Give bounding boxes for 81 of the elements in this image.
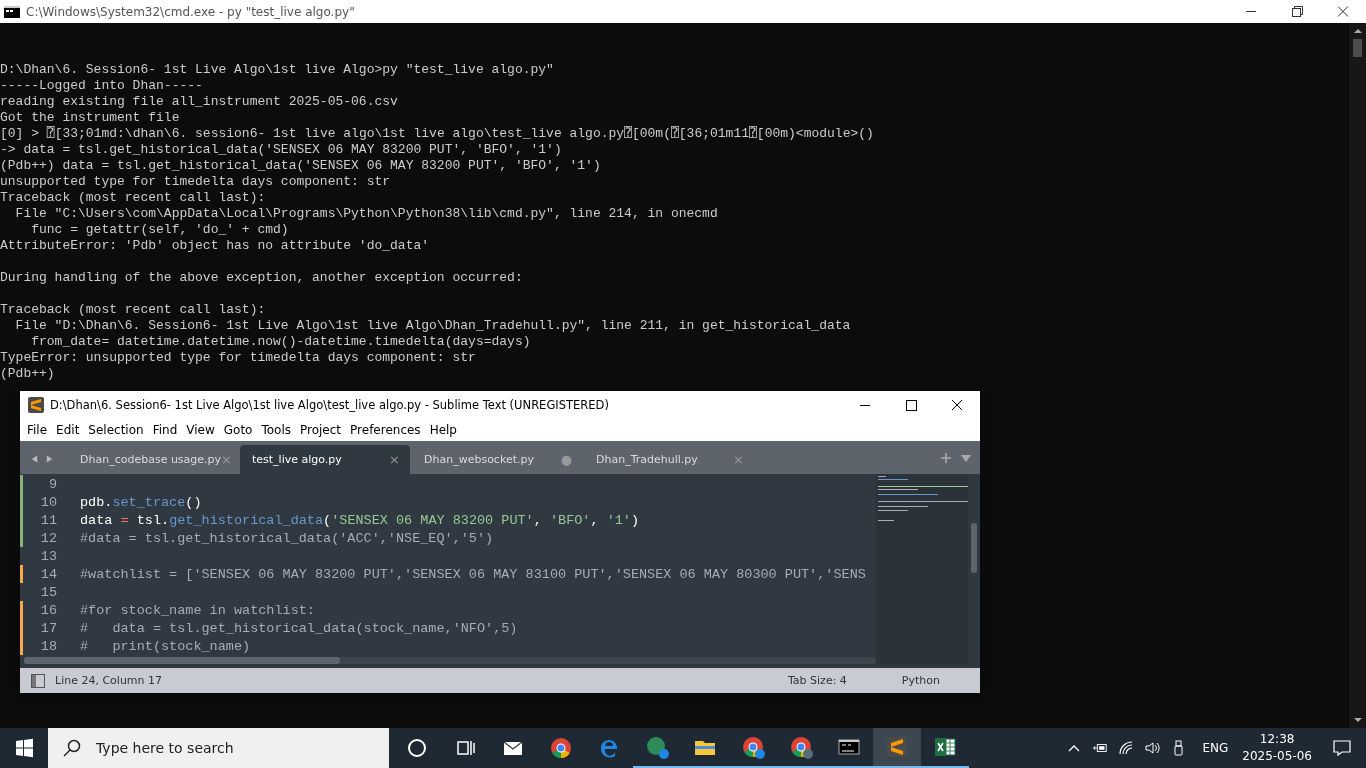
sublime-logo-icon bbox=[28, 397, 44, 413]
menu-item[interactable]: Help bbox=[425, 423, 462, 437]
line-number: 11 bbox=[39, 512, 57, 528]
cursor-position: Line 24, Column 17 bbox=[55, 674, 163, 687]
line-number: 9 bbox=[47, 476, 57, 492]
chrome-icon[interactable] bbox=[549, 736, 573, 760]
console-line: -> data = tsl.get_historical_data('SENSEX 06 MAY 83200 PUT', 'BFO', '1') bbox=[0, 142, 562, 158]
syntax-setting[interactable]: Python bbox=[901, 674, 940, 687]
code-line: # data = tsl.get_historical_data(stock_name,'NFO',5) bbox=[80, 620, 518, 636]
clock[interactable]: 12:38 2025-05-06 bbox=[1242, 731, 1312, 765]
console-line: File "D:\Dhan\6. Session6- 1st Live Algo\1st live Algo\Dhan_Tradehull.py", line 211, in get_historical_data bbox=[14, 318, 851, 334]
window-title: C:\Windows\System32\cmd.exe - py "test_live algo.py" bbox=[26, 4, 355, 19]
console-line: Traceback (most recent call last): bbox=[0, 190, 266, 206]
menu-item[interactable]: View bbox=[182, 423, 220, 437]
console-line: (Pdb++) bbox=[0, 366, 55, 382]
tab-right-icon[interactable] bbox=[45, 454, 54, 464]
code-line: pdb.set_trace() bbox=[80, 494, 202, 510]
console-line: D:\Dhan\6. Session6- 1st Live Algo\1st live Algo>py "test_live algo.py" bbox=[0, 62, 554, 78]
console-line: [0] > ⍰[33;01md:\dhan\6. session6- 1st live algo\1st live algo\test_live algo.py⍰[00m(⍰[36;01m11⍰[00m)<module>() bbox=[0, 126, 874, 142]
menu-item[interactable]: Edit bbox=[52, 423, 85, 437]
dropdown-icon[interactable] bbox=[960, 452, 972, 464]
plus-icon[interactable] bbox=[940, 452, 952, 464]
search-box[interactable]: Type here to search bbox=[48, 728, 389, 768]
scrollbar[interactable] bbox=[1349, 23, 1366, 728]
chrome-icon[interactable] bbox=[789, 735, 813, 759]
code-line: #data = tsl.get_historical_data('ACC','NSE_EQ','5') bbox=[80, 530, 494, 546]
console-line: File "C:\Users\com\AppData\Local\Programs\Python\Python38\lib\cmd.py", line 214, in onecmd bbox=[14, 206, 718, 222]
tab-size-setting[interactable]: Tab Size: 4 bbox=[787, 674, 847, 687]
round-app-icon[interactable] bbox=[645, 735, 669, 759]
line-number: 18 bbox=[39, 638, 57, 654]
window-title: D:\Dhan\6. Session6- 1st Live Algo\1st live Algo\test_live algo.py - Sublime Text (UNREGISTERED) bbox=[50, 398, 609, 412]
tab[interactable]: Dhan_websocket.py ● bbox=[412, 445, 582, 474]
excel-icon[interactable] bbox=[933, 735, 957, 759]
sublime-logo-icon[interactable] bbox=[885, 735, 909, 759]
search-field[interactable]: Type here to search bbox=[94, 739, 358, 757]
scrollbar-thumb[interactable] bbox=[1353, 39, 1362, 57]
line-number: 17 bbox=[39, 620, 57, 636]
language-indicator[interactable]: ENG bbox=[1202, 741, 1229, 755]
search-icon bbox=[62, 738, 82, 758]
scrollbar-thumb[interactable] bbox=[971, 523, 977, 573]
chrome-icon[interactable] bbox=[741, 735, 765, 759]
menu-item[interactable]: Project bbox=[296, 423, 347, 437]
line-number: 16 bbox=[39, 602, 57, 618]
menu-item[interactable]: Preferences bbox=[346, 423, 426, 437]
console-line: reading existing file all_instrument 2025-05-06.csv bbox=[0, 94, 398, 110]
menu-item[interactable]: Selection bbox=[84, 423, 149, 437]
console-line: TypeError: unsupported type for timedelta days component: str bbox=[0, 350, 476, 366]
menu-item[interactable]: Goto bbox=[219, 423, 258, 437]
line-number: 13 bbox=[39, 548, 57, 564]
terminal-icon bbox=[4, 5, 20, 18]
console-line: Got the instrument file bbox=[0, 110, 180, 126]
tab[interactable]: test_live algo.py × bbox=[240, 445, 410, 474]
panel-toggle-icon[interactable] bbox=[31, 673, 45, 688]
cortana-circle-icon[interactable] bbox=[405, 736, 429, 760]
tab[interactable]: Dhan_Tradehull.py × bbox=[584, 445, 754, 474]
volume-icon[interactable] bbox=[1144, 740, 1161, 756]
line-number: 14 bbox=[39, 566, 57, 582]
menu-item[interactable]: Find bbox=[148, 423, 183, 437]
notification-icon[interactable] bbox=[1332, 738, 1352, 758]
scrollbar-thumb[interactable] bbox=[24, 657, 340, 664]
console-line: -----Logged into Dhan----- bbox=[0, 78, 203, 94]
console-line: unsupported type for timedelta days component: str bbox=[0, 174, 391, 190]
code-line: # print(stock_name) bbox=[80, 638, 251, 654]
menu-item[interactable]: File bbox=[23, 423, 53, 437]
line-number: 10 bbox=[39, 494, 57, 510]
console-line: from_date= datetime.datetime.now()-datetime.timedelta(days=days) bbox=[30, 334, 531, 350]
console-line: AttributeError: 'Pdb' object has no attribute 'do_data' bbox=[0, 238, 430, 254]
wifi-icon[interactable] bbox=[1118, 740, 1135, 756]
console-line: During handling of the above exception, another exception occurred: bbox=[0, 270, 523, 286]
code-line: #watchlist = ['SENSEX 06 MAY 83200 PUT','SENSEX 06 MAY 83100 PUT','SENSEX 06 MAY 80300 PUT','SENS bbox=[80, 566, 866, 582]
console-line: Traceback (most recent call last): bbox=[0, 302, 266, 318]
console-line: func = getattr(self, 'do_' + cmd) bbox=[30, 222, 289, 238]
console-line: (Pdb++) data = tsl.get_historical_data('SENSEX 06 MAY 83200 PUT', 'BFO', '1') bbox=[0, 158, 601, 174]
line-number: 15 bbox=[39, 584, 57, 600]
tab-close-button[interactable]: × bbox=[389, 452, 400, 467]
line-number: 12 bbox=[39, 530, 57, 546]
code-line: #for stock_name in watchlist: bbox=[80, 602, 315, 618]
tab-left-icon[interactable] bbox=[30, 454, 39, 464]
code-line: data = tsl.get_historical_data('SENSEX 06 MAY 83200 PUT', 'BFO', '1') bbox=[80, 512, 640, 528]
tab[interactable]: Dhan_codebase usage.py× bbox=[68, 445, 238, 474]
menu-item[interactable]: Tools bbox=[257, 423, 296, 437]
